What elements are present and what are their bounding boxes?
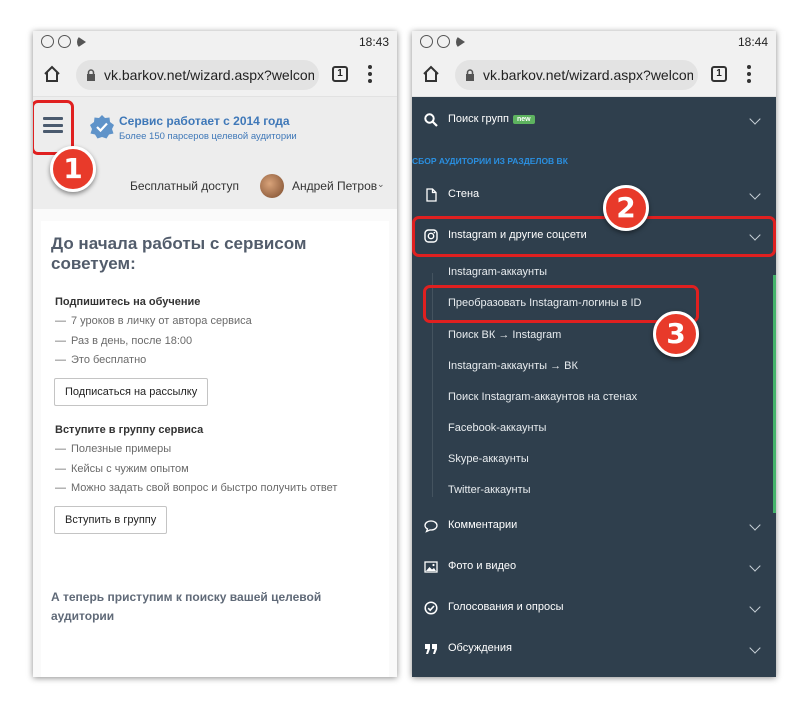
submenu-item[interactable]: Instagram-аккаунты <box>448 266 547 278</box>
sidebar-item-label: Стена <box>448 188 480 200</box>
sidebar-item-comments[interactable]: Комментарии <box>412 511 776 541</box>
search-icon <box>424 113 438 127</box>
home-icon[interactable] <box>422 65 440 83</box>
lock-icon <box>466 69 474 81</box>
chevron-down-icon[interactable] <box>749 642 761 654</box>
submenu-item[interactable]: Поиск ВК → Instagram <box>448 329 561 341</box>
list-item: —7 уроков в личку от автора сервиса <box>55 315 252 327</box>
home-icon[interactable] <box>43 65 61 83</box>
address-bar[interactable]: vk.barkov.net/wizard.aspx?welcome <box>76 60 319 90</box>
tabs-icon[interactable]: 1 <box>711 66 727 82</box>
image-icon <box>424 561 438 573</box>
submenu-item[interactable]: Instagram-аккаунты → ВК <box>448 360 578 372</box>
callout-number-3: 3 <box>653 311 699 357</box>
callout-number-2: 2 <box>603 185 649 231</box>
lock-icon <box>87 69 95 81</box>
user-name[interactable]: Андрей Петров <box>292 179 377 193</box>
free-access-link[interactable]: Бесплатный доступ <box>130 179 239 193</box>
section-heading: СБОР АУДИТОРИИ ИЗ РАЗДЕЛОВ ВК <box>412 156 568 166</box>
play-store-icon <box>77 36 86 48</box>
right-phone-screen: 18:44 vk.barkov.net/wizard.aspx?welcome … <box>412 31 776 677</box>
chevron-down-icon[interactable] <box>749 560 761 572</box>
subscribe-button[interactable]: Подписаться на рассылку <box>54 378 209 406</box>
sidebar-item-label: Комментарии <box>448 519 518 531</box>
new-badge: new <box>512 115 535 124</box>
sidebar-item-polls[interactable]: Голосования и опросы <box>412 593 776 623</box>
header-title[interactable]: Сервис работает с 2014 года <box>119 114 290 128</box>
section-title: Вступите в группу сервиса <box>55 424 204 436</box>
sidebar-menu: Поиск групп new СБОР АУДИТОРИИ ИЗ РАЗДЕЛО… <box>412 97 776 677</box>
chevron-down-icon[interactable]: ⌄ <box>377 179 385 190</box>
check-circle-icon <box>424 601 438 615</box>
list-item: — Кейсы с чужим опытом <box>55 463 189 475</box>
play-store-icon <box>456 36 465 48</box>
scroll-indicator <box>773 275 776 513</box>
url-text: vk.barkov.net/wizard.aspx?welcome <box>483 67 693 83</box>
sidebar-item-label: Голосования и опросы <box>448 601 564 613</box>
header-subtitle: Более 150 парсеров целевой аудитории <box>119 131 297 142</box>
section-title: Подпишитесь на обучение <box>55 296 201 308</box>
status-bar: 18:43 <box>33 31 397 53</box>
callout-number-1: 1 <box>50 146 96 192</box>
browser-toolbar: vk.barkov.net/wizard.aspx?welcome 1 <box>33 53 397 97</box>
sidebar-item-label: Поиск групп <box>448 113 509 125</box>
left-phone-screen: 18:43 vk.barkov.net/wizard.aspx?welcome … <box>33 31 397 677</box>
viber-icon <box>41 35 54 48</box>
status-bar: 18:44 <box>412 31 776 53</box>
avatar[interactable] <box>260 174 284 198</box>
viber-icon <box>420 35 433 48</box>
viber-icon <box>437 35 450 48</box>
submenu-item[interactable]: Skype-аккаунты <box>448 453 529 465</box>
list-item: — Можно задать свой вопрос и быстро получ… <box>55 482 338 494</box>
chevron-down-icon[interactable] <box>749 601 761 613</box>
submenu-item[interactable]: Facebook-аккаунты <box>448 422 546 434</box>
submenu-item[interactable]: Поиск Instagram-аккаунтов на стенах <box>448 391 637 403</box>
chevron-down-icon[interactable] <box>749 519 761 531</box>
highlight-box-2 <box>412 216 776 257</box>
sidebar-item-photo-video[interactable]: Фото и видео <box>412 552 776 582</box>
chevron-down-icon[interactable] <box>749 188 761 200</box>
document-icon <box>426 188 437 202</box>
chevron-down-icon[interactable] <box>749 113 761 125</box>
highlight-box-3 <box>423 285 699 323</box>
quote-icon <box>425 644 437 654</box>
sidebar-item-label: Обсуждения <box>448 642 512 654</box>
status-time: 18:44 <box>737 35 768 49</box>
address-bar[interactable]: vk.barkov.net/wizard.aspx?welcome <box>455 60 698 90</box>
main-content: До начала работы с сервисом советуем: По… <box>33 209 397 677</box>
more-vert-icon[interactable] <box>746 65 752 83</box>
browser-toolbar: vk.barkov.net/wizard.aspx?welcome 1 <box>412 53 776 97</box>
tabs-icon[interactable]: 1 <box>332 66 348 82</box>
sidebar-item-discussions[interactable]: Обсуждения <box>412 634 776 664</box>
bottom-text: А теперь приступим к поиску вашей целево… <box>51 590 322 623</box>
sidebar-item-label: Фото и видео <box>448 560 517 572</box>
card-title: До начала работы с сервисом советуем: <box>51 234 307 273</box>
join-group-button[interactable]: Вступить в группу <box>54 506 168 534</box>
sidebar-item-wall[interactable]: Стена <box>412 180 776 210</box>
sidebar-item-search-groups[interactable]: Поиск групп new <box>412 105 776 135</box>
submenu-item[interactable]: Twitter-аккаунты <box>448 484 531 496</box>
list-item: — Это бесплатно <box>55 354 147 366</box>
status-time: 18:43 <box>358 35 389 49</box>
welcome-card: До начала работы с сервисом советуем: По… <box>41 221 389 677</box>
list-item: — Полезные примеры <box>55 443 172 455</box>
list-item: — Раз в день, после 18:00 <box>55 335 193 347</box>
url-text: vk.barkov.net/wizard.aspx?welcome <box>104 67 314 83</box>
viber-icon <box>58 35 71 48</box>
comment-icon <box>424 520 438 533</box>
verified-badge-icon <box>90 115 114 139</box>
more-vert-icon[interactable] <box>367 65 373 83</box>
